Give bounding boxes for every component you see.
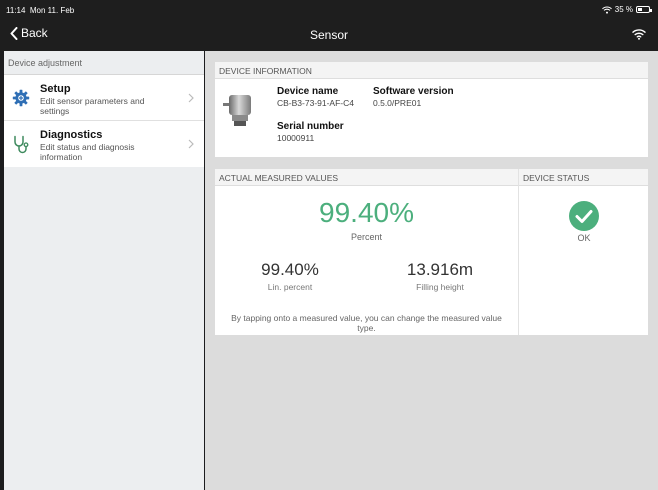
serial-number-label: Serial number — [277, 121, 344, 132]
sidebar-item-title: Diagnostics — [40, 129, 103, 141]
filling-height-value[interactable]: 13.916m — [365, 260, 515, 280]
chevron-right-icon — [188, 93, 194, 103]
sidebar-item-subtitle: Edit sensor parameters and settings — [40, 96, 145, 116]
battery-icon — [636, 6, 652, 13]
sidebar-item-subtitle: Edit status and diagnosis information — [40, 142, 135, 162]
sidebar-item-setup[interactable]: Setup Edit sensor parameters and setting… — [4, 75, 204, 121]
device-name-value: CB-B3-73-91-AF-C4 — [277, 98, 354, 108]
device-status-text: OK — [577, 233, 591, 243]
status-time: 11:14 Mon 11. Feb — [6, 6, 75, 15]
device-information-card: DEVICE INFORMATION Device name CB-B3-73-… — [215, 62, 648, 157]
software-version-label: Software version — [373, 86, 454, 97]
lin-percent-value[interactable]: 99.40% — [215, 260, 365, 280]
sidebar-header: Device adjustment — [4, 51, 204, 75]
nav-bar: Back Sensor — [0, 20, 658, 51]
sidebar-item-diagnostics[interactable]: Diagnostics Edit status and diagnosis in… — [4, 121, 204, 167]
measured-values-header: ACTUAL MEASURED VALUES — [215, 169, 518, 186]
page-title: Sensor — [309, 28, 349, 42]
checkmark-circle-icon — [569, 201, 599, 231]
sidebar: Device adjustment Setup Edit sensor para… — [4, 51, 204, 490]
lin-percent-label: Lin. percent — [267, 282, 313, 292]
serial-number-value: 10000911 — [277, 133, 315, 143]
sensor-device-icon — [223, 95, 251, 126]
wireless-connection-icon[interactable] — [632, 28, 646, 40]
chevron-right-icon — [188, 139, 194, 149]
filling-height-label: Filling height — [416, 282, 464, 292]
sidebar-item-title: Setup — [40, 83, 71, 95]
main-content: DEVICE INFORMATION Device name CB-B3-73-… — [205, 51, 658, 490]
sidebar-list: Setup Edit sensor parameters and setting… — [4, 75, 204, 167]
device-status-card: DEVICE STATUS OK — [518, 169, 648, 335]
battery-percent: 35 % — [614, 5, 633, 14]
device-status-header: DEVICE STATUS — [519, 169, 648, 186]
device-name-label: Device name — [277, 86, 339, 97]
software-version-value: 0.5.0/PRE01 — [373, 98, 422, 108]
measured-values-card: ACTUAL MEASURED VALUES 99.40% Percent 99… — [215, 169, 518, 335]
stethoscope-icon — [14, 135, 29, 154]
battery-fill — [638, 8, 642, 11]
measured-value-hint: By tapping onto a measured value, you ca… — [231, 313, 502, 333]
wifi-icon — [601, 6, 612, 14]
device-information-header: DEVICE INFORMATION — [215, 62, 648, 79]
status-right: 35 % — [601, 5, 652, 14]
primary-measured-unit: Percent — [350, 232, 383, 242]
status-bar: 11:14 Mon 11. Feb 35 % — [0, 0, 658, 20]
gear-icon — [12, 89, 30, 107]
primary-measured-value[interactable]: 99.40% — [215, 197, 518, 229]
